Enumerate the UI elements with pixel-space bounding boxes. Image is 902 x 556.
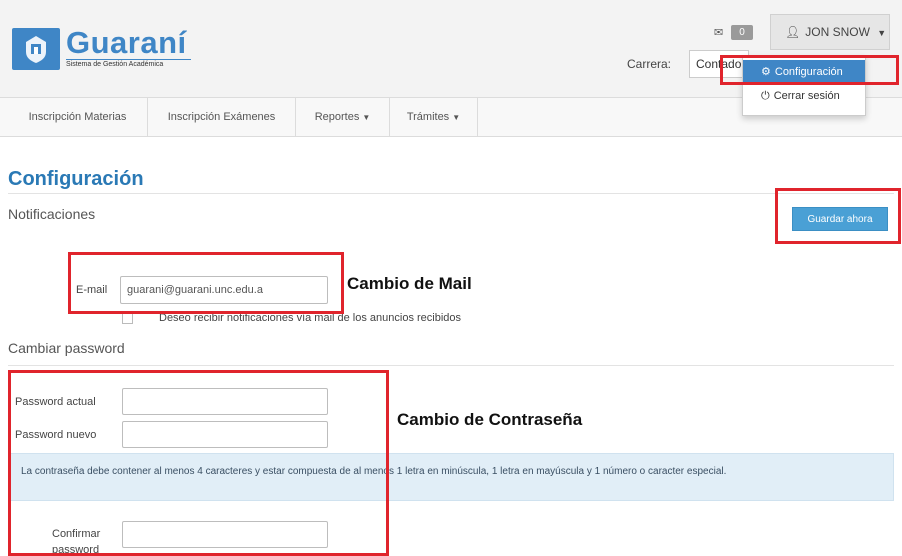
page-title: Configuración <box>8 168 144 190</box>
nav-item-label: Inscripción Materias <box>28 111 127 123</box>
divider <box>8 365 894 366</box>
highlight-box-configuracion <box>720 55 899 85</box>
password-section-title: Cambiar password <box>8 340 125 356</box>
envelope-icon[interactable]: ✉ <box>714 26 723 39</box>
highlight-box-save-button <box>775 188 901 244</box>
annotation-mail: Cambio de Mail <box>347 274 472 293</box>
nav-item-inscripcion-materias[interactable]: Inscripción Materias <box>8 98 148 136</box>
nav-item-inscripcion-examenes[interactable]: Inscripción Exámenes <box>148 98 296 136</box>
user-name: JON SNOW <box>805 25 870 39</box>
carrera-label: Carrera: <box>627 57 672 71</box>
caret-down-icon: ▼ <box>452 113 461 122</box>
notifications-checkbox[interactable] <box>122 313 133 324</box>
annotation-password: Cambio de Contraseña <box>397 410 583 429</box>
highlight-box-password <box>8 370 389 556</box>
caret-down-icon: ▼ <box>877 28 887 38</box>
caret-down-icon: ▼ <box>362 113 371 122</box>
logo-subtitle: Sistema de Gestión Académica <box>66 61 164 68</box>
nav-item-label: Inscripción Exámenes <box>167 111 276 123</box>
notificaciones-title: Notificaciones <box>8 206 96 222</box>
nav-item-label: Trámites <box>406 111 450 123</box>
power-icon: ⏻ <box>761 90 770 102</box>
user-icon: 👤︎ <box>785 25 801 39</box>
divider <box>8 193 894 194</box>
highlight-box-email <box>68 252 344 314</box>
university-crest-icon <box>12 28 60 70</box>
nav-item-tramites[interactable]: Trámites ▼ <box>390 98 478 136</box>
nav-item-reportes[interactable]: Reportes ▼ <box>296 98 390 136</box>
logo-underline <box>66 59 191 60</box>
logo-title: Guaraní <box>66 25 187 60</box>
nav-item-label: Reportes <box>314 111 360 123</box>
messages-count-badge[interactable]: 0 <box>731 25 753 40</box>
user-menu-button[interactable]: 👤︎ JON SNOW ▼ <box>770 14 890 50</box>
menu-item-cerrar-sesion[interactable]: ⏻ Cerrar sesión <box>743 84 865 108</box>
menu-item-label: Cerrar sesión <box>773 90 840 102</box>
